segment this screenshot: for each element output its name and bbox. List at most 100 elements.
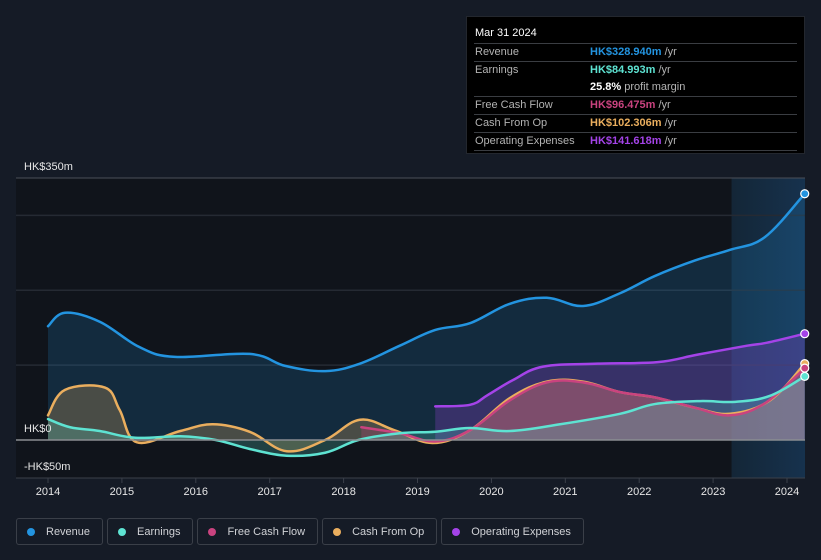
legend-dot-icon bbox=[452, 527, 461, 536]
revenue-point bbox=[545, 296, 549, 300]
legend-label: Earnings bbox=[137, 525, 181, 538]
operating-expenses-point bbox=[486, 393, 490, 397]
tooltip-label bbox=[474, 79, 590, 96]
earnings-end-marker[interactable] bbox=[800, 371, 810, 381]
tooltip-row-revenue: Revenue HK$328.940m /yr bbox=[474, 43, 797, 61]
tooltip-unit: /yr bbox=[664, 135, 677, 147]
y-tick-label: HK$0 bbox=[24, 423, 52, 435]
tooltip-value: HK$141.618m bbox=[590, 135, 662, 147]
tooltip-unit: /yr bbox=[658, 99, 671, 111]
x-tick-label: 2024 bbox=[775, 486, 799, 498]
cash-from-op-point bbox=[211, 422, 215, 426]
earnings-point bbox=[653, 402, 657, 406]
x-tick-label: 2017 bbox=[257, 486, 281, 498]
tooltip-row-cash-from-op: Cash From Op HK$102.306m /yr bbox=[474, 114, 797, 132]
revenue-point bbox=[98, 320, 102, 324]
operating-expenses-point bbox=[696, 353, 700, 357]
earnings-point bbox=[733, 400, 737, 404]
tooltip-label: Cash From Op bbox=[475, 117, 548, 129]
x-tick-label: 2016 bbox=[184, 486, 208, 498]
x-tick-label: 2018 bbox=[331, 486, 355, 498]
y-tick-label: -HK$50m bbox=[24, 461, 70, 473]
revenue-point bbox=[653, 274, 657, 278]
cash-from-op-point bbox=[358, 418, 362, 422]
x-tick-label: 2020 bbox=[479, 486, 503, 498]
x-tick-label: 2015 bbox=[110, 486, 134, 498]
earnings-point bbox=[468, 426, 472, 430]
tooltip-panel: Mar 31 2024 Revenue HK$328.940m /yr Earn… bbox=[466, 16, 805, 154]
legend-item-revenue[interactable]: Revenue bbox=[16, 518, 104, 545]
legend-item-cash-from-op[interactable]: Cash From Op bbox=[322, 518, 438, 545]
legend-item-operating-expenses[interactable]: Operating Expenses bbox=[441, 518, 584, 545]
legend-label: Revenue bbox=[46, 525, 91, 538]
free-cash-flow-point bbox=[653, 395, 657, 399]
earnings-point bbox=[285, 454, 289, 458]
revenue-point bbox=[358, 362, 362, 366]
revenue-point bbox=[763, 235, 767, 239]
revenue-point bbox=[283, 364, 287, 368]
earnings-point bbox=[98, 429, 102, 433]
earnings-point bbox=[768, 394, 772, 398]
free-cash-flow-point bbox=[581, 380, 585, 384]
legend-label: Free Cash Flow bbox=[227, 525, 306, 538]
legend-label: Cash From Op bbox=[352, 525, 425, 538]
revenue-point bbox=[693, 258, 697, 262]
revenue-point bbox=[46, 324, 50, 328]
free-cash-flow-end-marker[interactable] bbox=[800, 363, 810, 373]
cash-from-op-point bbox=[103, 386, 107, 390]
tooltip-label: Free Cash Flow bbox=[475, 99, 553, 111]
free-cash-flow-point bbox=[508, 398, 512, 402]
operating-expenses-end-marker[interactable] bbox=[800, 329, 810, 339]
legend-dot-icon bbox=[333, 527, 342, 536]
x-tick-label: 2019 bbox=[405, 486, 429, 498]
tooltip-row-free-cash-flow: Free Cash Flow HK$96.475m /yr bbox=[474, 96, 797, 114]
earnings-point bbox=[178, 434, 182, 438]
revenue-point bbox=[398, 344, 402, 348]
operating-expenses-point bbox=[596, 362, 600, 366]
y-tick-label: HK$350m bbox=[24, 161, 73, 173]
revenue-point bbox=[508, 302, 512, 306]
earnings-point bbox=[133, 436, 137, 440]
x-tick-label: 2023 bbox=[701, 486, 725, 498]
revenue-point bbox=[323, 369, 327, 373]
operating-expenses-point bbox=[745, 344, 749, 348]
tooltip-label: Earnings bbox=[475, 64, 519, 76]
earnings-point bbox=[698, 399, 702, 403]
earnings-point bbox=[248, 447, 252, 451]
tooltip-label: Operating Expenses bbox=[475, 135, 575, 147]
earnings-point bbox=[68, 425, 72, 429]
revenue-point bbox=[138, 345, 142, 349]
legend-item-free-cash-flow[interactable]: Free Cash Flow bbox=[197, 518, 319, 545]
tooltip-unit: /yr bbox=[658, 64, 671, 76]
cash-from-op-point bbox=[285, 449, 289, 453]
tooltip-value: HK$102.306m bbox=[590, 117, 662, 129]
tooltip-unit: /yr bbox=[664, 46, 677, 58]
operating-expenses-point bbox=[656, 360, 660, 364]
cash-from-op-point bbox=[178, 429, 182, 433]
legend-item-earnings[interactable]: Earnings bbox=[107, 518, 194, 545]
tooltip-value: HK$96.475m bbox=[590, 99, 656, 111]
operating-expenses-point bbox=[511, 378, 515, 382]
free-cash-flow-point bbox=[763, 401, 767, 405]
revenue-end-marker[interactable] bbox=[800, 189, 810, 199]
operating-expenses-point bbox=[433, 404, 437, 408]
chart-legend: Revenue Earnings Free Cash Flow Cash Fro… bbox=[16, 518, 584, 545]
operating-expenses-point bbox=[765, 341, 769, 345]
x-tick-label: 2021 bbox=[553, 486, 577, 498]
x-tick-label: 2014 bbox=[36, 486, 60, 498]
earnings-point bbox=[558, 422, 562, 426]
cash-from-op-point bbox=[46, 413, 50, 417]
x-tick-label: 2022 bbox=[627, 486, 651, 498]
revenue-point bbox=[63, 311, 67, 315]
revenue-point bbox=[581, 304, 585, 308]
tooltip-label: Revenue bbox=[475, 46, 520, 58]
cash-from-op-point bbox=[118, 408, 122, 412]
cash-from-op-point bbox=[135, 440, 139, 444]
tooltip-value: HK$328.940m bbox=[590, 46, 662, 58]
tooltip-row-operating-expenses: Operating Expenses HK$141.618m /yr bbox=[474, 132, 797, 151]
operating-expenses-point bbox=[468, 403, 472, 407]
earnings-point bbox=[433, 430, 437, 434]
free-cash-flow-point bbox=[618, 390, 622, 394]
profit-margin-label: profit margin bbox=[624, 81, 686, 93]
cash-from-op-point bbox=[248, 430, 252, 434]
